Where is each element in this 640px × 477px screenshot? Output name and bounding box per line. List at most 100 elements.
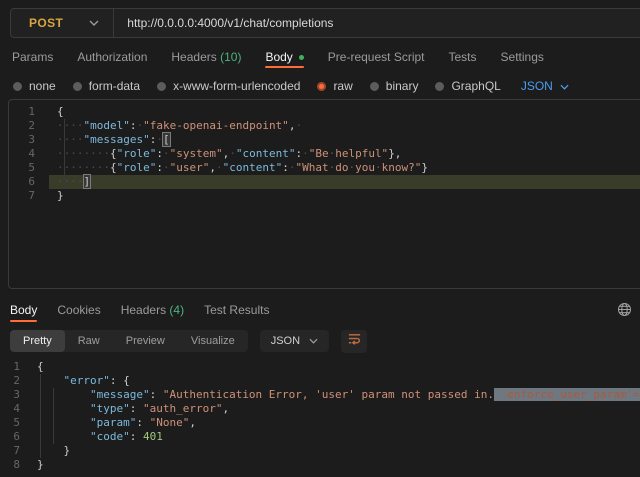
active-tab-underline <box>265 66 303 68</box>
tab-tests[interactable]: Tests <box>449 50 477 64</box>
token-punc: { <box>123 374 130 387</box>
code-text[interactable]: "error": { <box>26 374 640 388</box>
response-tab-headers[interactable]: Headers (4) <box>121 303 184 317</box>
response-tab-body[interactable]: Body <box>10 298 37 322</box>
view-raw[interactable]: Raw <box>65 330 113 352</box>
line-number: 3 <box>0 388 26 402</box>
active-tab-underline <box>10 320 37 322</box>
token-punc: , <box>189 416 196 429</box>
code-text[interactable]: } <box>26 444 640 458</box>
view-visualize[interactable]: Visualize <box>178 330 248 352</box>
body-type-form-data[interactable]: form-data <box>73 79 140 93</box>
globe-icon[interactable] <box>617 302 632 320</box>
body-type-raw[interactable]: raw <box>317 79 352 93</box>
response-tab-test-results[interactable]: Test Results <box>204 303 269 317</box>
token-key: "role" <box>117 161 157 174</box>
wrap-line-button[interactable] <box>341 330 367 353</box>
code-line: 1{ <box>9 105 640 119</box>
code-line: 5········{"role":·"user",·"content":·"Wh… <box>9 161 640 175</box>
code-text[interactable]: ····"messages":·[ <box>49 133 640 147</box>
response-tab-cookies[interactable]: Cookies <box>57 303 100 317</box>
response-language-dropdown[interactable]: JSON <box>260 330 329 352</box>
token-punc: } <box>64 444 71 457</box>
body-type-binary[interactable]: binary <box>370 79 419 93</box>
request-url-bar: POST http://0.0.0.0:4000/v1/chat/complet… <box>10 8 640 38</box>
token-ws: · <box>302 147 309 160</box>
token-key: "message" <box>90 388 150 401</box>
token-punc: : <box>156 147 163 160</box>
token-str: do <box>335 161 348 174</box>
token-key: "content" <box>223 161 283 174</box>
line-number: 5 <box>9 161 49 175</box>
response-view-switch: Pretty Raw Preview Visualize <box>10 330 248 352</box>
line-number: 2 <box>9 119 49 133</box>
token-ws <box>37 388 90 401</box>
line-number: 4 <box>0 402 26 416</box>
code-text[interactable]: "message": "Authentication Error, 'user'… <box>26 388 640 402</box>
code-text[interactable]: } <box>49 189 640 203</box>
view-preview[interactable]: Preview <box>113 330 178 352</box>
request-body-editor[interactable]: 1{2····"model":·"fake-openai-endpoint",·… <box>8 99 640 289</box>
code-line: 7 } <box>0 444 640 458</box>
token-ws <box>37 430 90 443</box>
code-text[interactable]: { <box>26 360 640 374</box>
body-type-graphql[interactable]: GraphQL <box>435 79 500 93</box>
tab-pre-request-script[interactable]: Pre-request Script <box>328 50 425 64</box>
code-line: 8} <box>0 458 640 472</box>
token-str: "Be <box>309 147 329 160</box>
divider <box>113 9 114 37</box>
code-text[interactable]: { <box>49 105 640 119</box>
token-punc: , <box>209 161 216 174</box>
headers-count: (10) <box>220 50 241 64</box>
response-toolbar: Pretty Raw Preview Visualize JSON <box>0 329 640 353</box>
code-text[interactable]: "param": "None", <box>26 416 640 430</box>
indent-guide <box>40 374 41 458</box>
tab-body[interactable]: Body <box>265 46 303 68</box>
tab-params[interactable]: Params <box>12 50 53 64</box>
token-punc: , <box>222 402 229 415</box>
code-line: 4········{"role":·"system",·"content":·"… <box>9 147 640 161</box>
code-text[interactable]: } <box>26 458 640 472</box>
code-text[interactable]: "code": 401 <box>26 430 640 444</box>
token-ws <box>37 402 90 415</box>
token-sel: 'enforce_user_param'=True" <box>494 388 640 401</box>
code-text[interactable]: ····] <box>49 175 640 189</box>
token-key: "error" <box>64 374 110 387</box>
tab-headers[interactable]: Headers (10) <box>171 50 241 64</box>
code-text[interactable]: "type": "auth_error", <box>26 402 640 416</box>
token-ws <box>136 430 143 443</box>
line-number: 1 <box>0 360 26 374</box>
code-text[interactable]: ········{"role":·"user",·"content":·"Wha… <box>49 161 640 175</box>
token-bm: [ <box>162 132 171 147</box>
request-language-dropdown[interactable]: JSON <box>521 79 569 93</box>
token-str: know?" <box>382 161 422 174</box>
tab-settings[interactable]: Settings <box>501 50 544 64</box>
token-key: "code" <box>90 430 130 443</box>
token-ws: · <box>295 119 302 132</box>
code-text[interactable]: ········{"role":·"system",·"content":·"B… <box>49 147 640 161</box>
url-input[interactable]: http://0.0.0.0:4000/v1/chat/completions <box>127 16 333 30</box>
radio-icon <box>435 82 444 91</box>
response-body-editor[interactable]: 1{2 "error": {3 "message": "Authenticati… <box>0 355 640 477</box>
token-key: "type" <box>90 402 130 415</box>
token-ws: ···· <box>57 133 84 146</box>
token-ws: ···· <box>57 119 84 132</box>
body-type-none[interactable]: none <box>13 79 56 93</box>
code-text[interactable]: ····"model":·"fake-openai-endpoint",· <box>49 119 640 133</box>
code-line: 3 "message": "Authentication Error, 'use… <box>0 388 640 402</box>
body-type-urlencoded[interactable]: x-www-form-urlencoded <box>157 79 300 93</box>
tab-authorization[interactable]: Authorization <box>77 50 147 64</box>
token-str: "auth_error" <box>143 402 222 415</box>
line-number: 8 <box>0 458 26 472</box>
chevron-down-icon <box>89 20 99 26</box>
view-pretty[interactable]: Pretty <box>10 330 65 352</box>
token-key: "param" <box>90 416 136 429</box>
token-str: "user" <box>170 161 210 174</box>
indent-guide <box>64 119 65 189</box>
method-selector[interactable]: POST <box>11 9 113 37</box>
line-number: 7 <box>0 444 26 458</box>
token-punc: { <box>37 360 44 373</box>
code-line: 7} <box>9 189 640 203</box>
token-wsin: · <box>375 161 382 174</box>
token-str: "system" <box>170 147 223 160</box>
